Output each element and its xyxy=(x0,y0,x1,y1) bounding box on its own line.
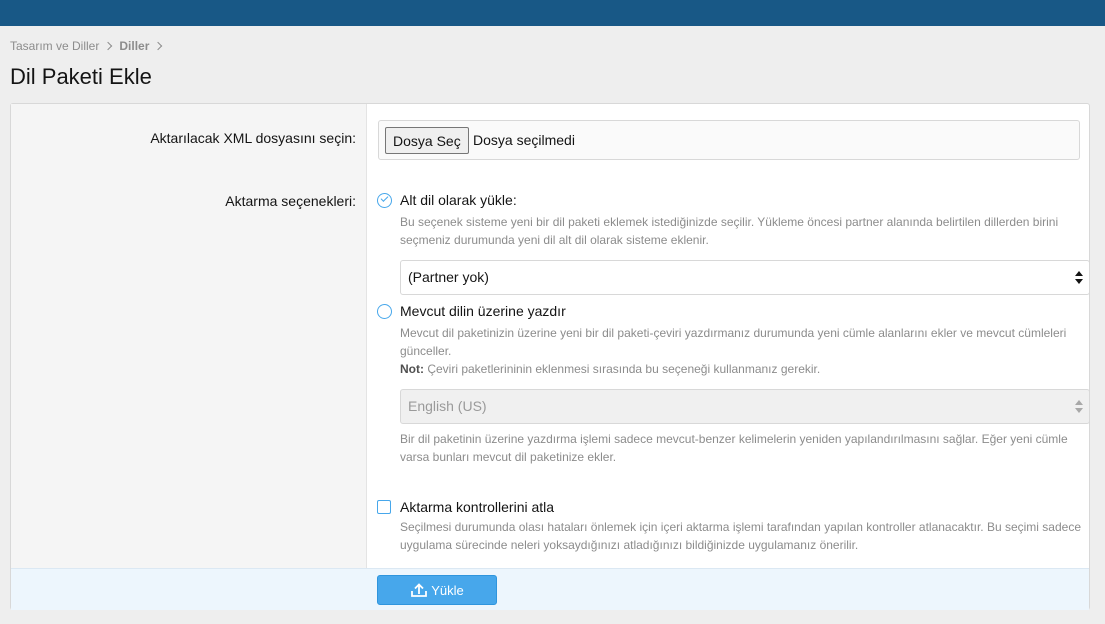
file-status-text: Dosya seçilmedi xyxy=(473,132,575,148)
select-arrows-icon xyxy=(1075,271,1083,285)
option-overwrite-note: Not: Çeviri paketlerininin eklenmesi sır… xyxy=(400,360,1084,378)
radio-overwrite-language[interactable] xyxy=(377,304,392,319)
option-overwrite-label[interactable]: Mevcut dilin üzerine yazdır xyxy=(400,303,566,319)
chevron-right-icon xyxy=(104,41,113,51)
skip-checks-label[interactable]: Aktarma kontrollerini atla xyxy=(400,499,554,515)
check-icon xyxy=(380,194,389,202)
form-footer: Yükle xyxy=(11,568,1089,610)
skip-checks-checkbox[interactable] xyxy=(377,500,391,514)
option-sub-language-hint: Bu seçenek sisteme yeni bir dil paketi e… xyxy=(400,215,1059,247)
upload-button[interactable]: Yükle xyxy=(377,575,497,605)
option-sub-language-label[interactable]: Alt dil olarak yükle: xyxy=(400,192,517,208)
partner-select-value: (Partner yok) xyxy=(408,269,489,285)
options-row-label: Aktarma seçenekleri: xyxy=(225,193,356,209)
partner-select[interactable]: (Partner yok) xyxy=(400,260,1090,295)
note-label: Not: xyxy=(400,362,424,376)
breadcrumb-item-languages[interactable]: Diller xyxy=(119,39,149,53)
import-form: Aktarılacak XML dosyasını seçin: Aktarma… xyxy=(10,103,1090,610)
choose-file-button[interactable]: Dosya Seç xyxy=(385,127,469,154)
radio-sub-language[interactable] xyxy=(377,193,392,208)
overwrite-select-value: English (US) xyxy=(408,398,487,414)
upload-button-label: Yükle xyxy=(431,582,464,598)
overwrite-language-select[interactable]: English (US) xyxy=(400,389,1090,424)
breadcrumb-item-design[interactable]: Tasarım ve Diller xyxy=(10,39,99,53)
select-arrows-icon xyxy=(1075,400,1083,414)
skip-checks-hint: Seçilmesi durumunda olası hataları önlem… xyxy=(400,520,1081,552)
upload-icon xyxy=(411,583,428,597)
top-bar xyxy=(0,0,1105,26)
chevron-right-icon xyxy=(154,41,163,51)
file-row-label: Aktarılacak XML dosyasını seçin: xyxy=(150,130,356,146)
file-input[interactable]: Dosya Seç Dosya seçilmedi xyxy=(378,120,1080,160)
form-labels-column: Aktarılacak XML dosyasını seçin: Aktarma… xyxy=(11,104,367,569)
note-text: Çeviri paketlerininin eklenmesi sırasınd… xyxy=(424,362,821,376)
page-title: Dil Paketi Ekle xyxy=(10,64,152,89)
option-overwrite-hint: Mevcut dil paketinizin üzerine yeni bir … xyxy=(400,326,1067,358)
option-overwrite-hint2: Bir dil paketinin üzerine yazdırma işlem… xyxy=(400,432,1068,464)
breadcrumb: Tasarım ve Diller Diller xyxy=(10,38,169,54)
